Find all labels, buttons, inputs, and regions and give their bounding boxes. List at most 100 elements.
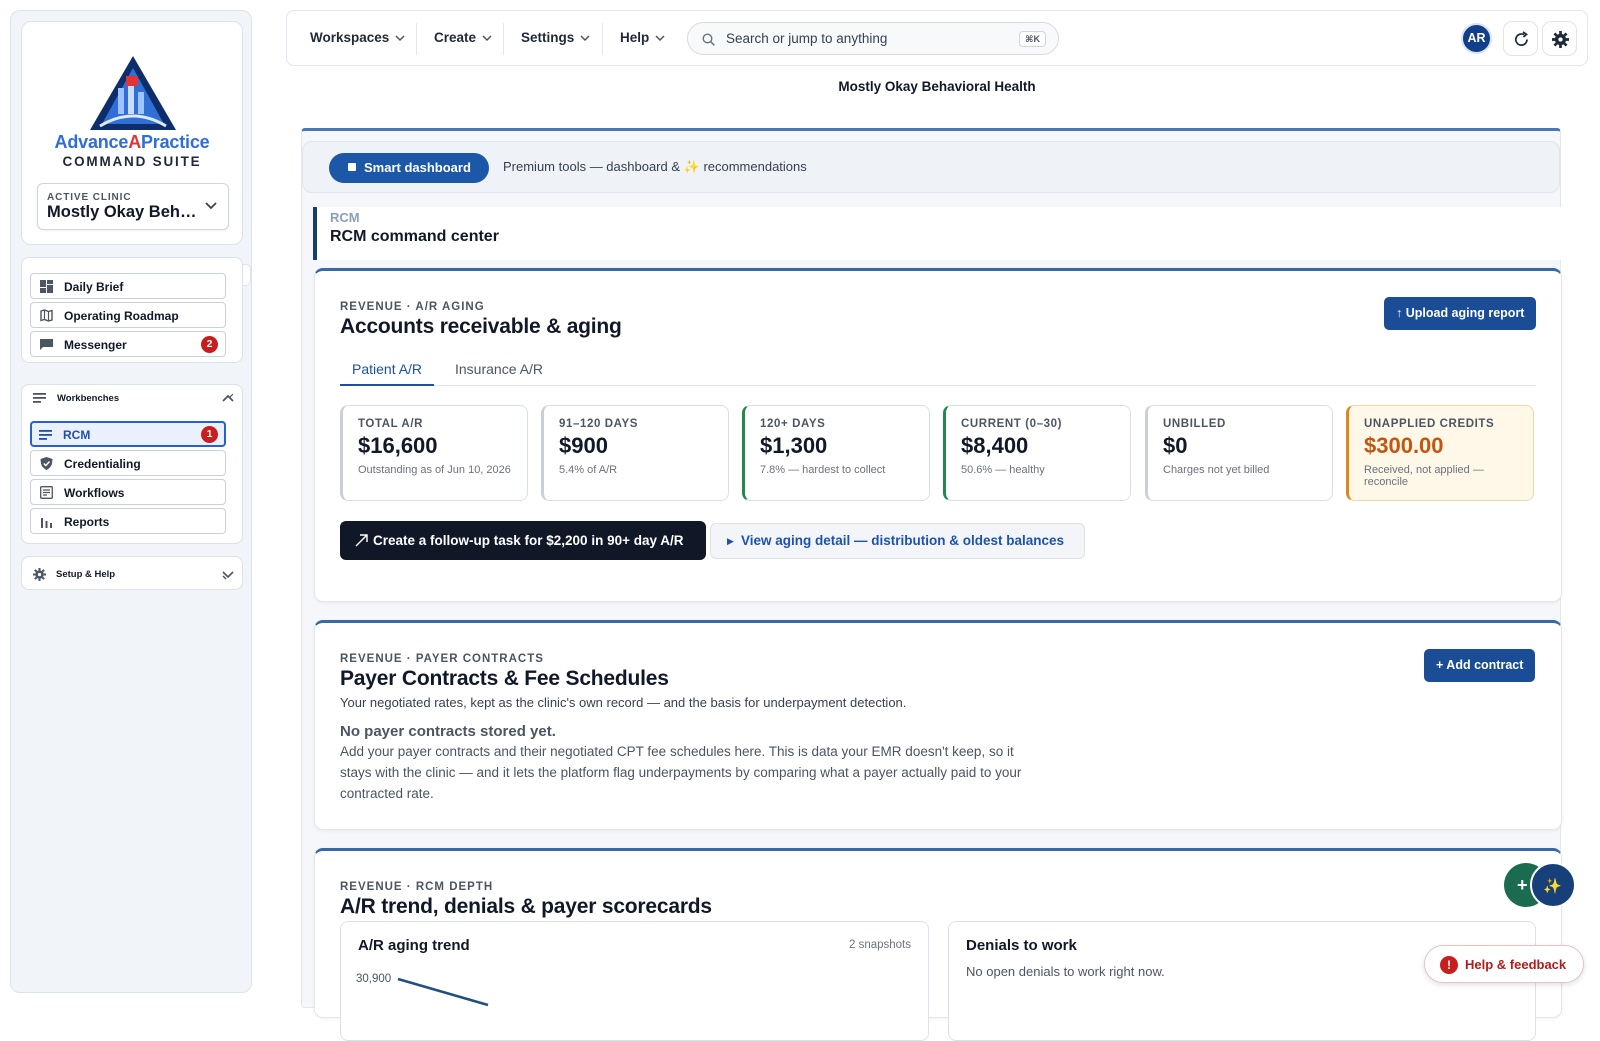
card-kicker: REVENUE · RCM DEPTH [340,881,494,893]
help-feedback-label: Help & feedback [1465,957,1567,972]
chevron-down-icon [395,35,405,42]
ar-tabs: Patient A/R Insurance A/R [340,361,1536,386]
help-feedback-button[interactable]: ! Help & feedback [1424,945,1584,983]
nav-item-reports[interactable]: Reports [30,508,226,534]
shield-check-icon [40,457,53,470]
kpi-label: UNAPPLIED CREDITS [1364,418,1495,430]
panel-title: A/R aging trend [358,937,470,954]
kpi-value: $8,400 [961,433,1029,458]
payer-contracts-card: REVENUE · PAYER CONTRACTS Payer Contract… [314,620,1562,830]
workbenches-toggle[interactable]: Workbenches [22,385,242,409]
bar-chart-icon [41,518,52,528]
workbenches-group: Workbenches RCM 1 Credentialing Workflow… [21,384,243,544]
chevron-down-icon [580,35,590,42]
y-axis-tick: 30,900 [356,973,392,985]
rcm-title: RCM command center [330,228,499,245]
chevron-down-icon [655,35,665,42]
setup-help-toggle[interactable]: Setup & Help [22,562,242,586]
search-placeholder: Search or jump to anything [726,31,888,46]
upload-aging-report-button[interactable]: ↑ Upload aging report [1384,297,1537,330]
setup-help-group: Setup & Help [21,556,243,590]
nav-item-credentialing[interactable]: Credentialing [30,450,226,476]
menu-workspaces[interactable]: Workspaces [310,30,405,45]
active-clinic-label: ACTIVE CLINIC [47,192,132,203]
nav-item-label: RCM [63,428,91,442]
kpi-card: UNAPPLIED CREDITS $300.00 Received, not … [1346,405,1534,501]
card-kicker: REVENUE · A/R AGING [340,301,485,313]
kpi-card: TOTAL A/R $16,600 Outstanding as of Jun … [340,405,528,501]
kpi-note: Received, not applied — reconcile [1364,464,1484,488]
kpi-card: UNBILLED $0 Charges not yet billed [1145,405,1333,501]
nav-item-label: Reports [64,515,110,529]
square-icon [348,163,356,171]
active-clinic-select[interactable]: ACTIVE CLINIC Mostly Okay Beh… [37,183,229,230]
kpi-label: UNBILLED [1163,418,1226,430]
nav-item-daily-brief[interactable]: Daily Brief [30,273,226,299]
kpi-label: 91–120 DAYS [559,418,639,430]
chat-icon [40,339,53,350]
gear-icon [33,568,46,581]
kpi-label: CURRENT (0–30) [961,418,1063,430]
rcm-kicker: RCM [330,210,360,225]
add-contract-button[interactable]: + Add contract [1424,649,1536,682]
nav-item-rcm[interactable]: RCM 1 [30,421,226,447]
refresh-button[interactable] [1503,21,1538,56]
kpi-note: Outstanding as of Jun 10, 2026 [358,464,511,476]
nav-item-workflows[interactable]: Workflows [30,479,226,505]
alert-badge: 1 [201,426,218,443]
kpi-note: Charges not yet billed [1163,464,1270,476]
card-kicker: REVENUE · PAYER CONTRACTS [340,653,544,665]
empty-state-body: Add your payer contracts and their negot… [340,744,1022,801]
page-title: Mostly Okay Behavioral Health [838,79,1036,94]
create-follow-up-task-button[interactable]: Create a follow-up task for $2,200 in 90… [340,521,706,560]
menu-create[interactable]: Create [434,30,492,45]
nav-item-label: Operating Roadmap [64,309,179,323]
search-input[interactable]: Search or jump to anything ⌘K [687,22,1059,55]
view-aging-detail-link[interactable]: ▶ View aging detail — distribution & old… [710,523,1085,559]
chevron-down-icon [482,35,492,42]
kpi-note: 7.8% — hardest to collect [760,464,886,476]
gear-icon [1552,31,1569,48]
arrow-up-right-icon [355,534,368,547]
tab-patient-ar[interactable]: Patient A/R [340,361,435,386]
brand-subtitle: COMMAND SUITE [62,154,202,169]
kpi-value: $16,600 [358,433,438,458]
card-title: Payer Contracts & Fee Schedules [340,667,669,690]
menu-settings[interactable]: Settings [521,30,590,45]
nav-item-label: Workflows [64,486,125,500]
kpi-value: $1,300 [760,433,828,458]
workflow-icon [40,486,53,499]
kpi-value: $0 [1163,433,1188,458]
search-icon [702,33,715,46]
menu-help[interactable]: Help [620,30,665,45]
kpi-note: 5.4% of A/R [559,464,618,476]
nav-item-label: Daily Brief [64,280,124,294]
settings-button[interactable] [1542,21,1577,56]
smart-dashboard-bar: Smart dashboard Premium tools — dashboar… [302,141,1560,193]
chevron-down-icon [205,202,217,210]
rcm-depth-card: REVENUE · RCM DEPTH A/R trend, denials &… [314,848,1562,1041]
user-avatar[interactable]: AR [1461,23,1492,54]
smart-dashboard-button[interactable]: Smart dashboard [329,153,489,183]
list-icon [39,430,52,440]
chevron-double-down-icon [222,571,234,580]
premium-tools-text: Premium tools — dashboard & ✨ recommenda… [503,159,807,174]
menu-divider [602,23,603,55]
kpi-card: 120+ DAYS $1,300 7.8% — hardest to colle… [742,405,930,501]
kpi-card: CURRENT (0–30) $8,400 50.6% — healthy [943,405,1131,501]
sparkle-icon: ✨ [683,159,700,174]
search-shortcut: ⌘K [1019,31,1046,47]
active-clinic-value: Mostly Okay Beh… [47,203,197,221]
card-subtitle: Your negotiated rates, kept as the clini… [340,695,907,710]
assistant-fab[interactable]: + ✨ [1503,862,1581,908]
kpi-label: TOTAL A/R [358,418,424,430]
nav-item-messenger[interactable]: Messenger 2 [30,331,226,357]
rcm-section-header: RCM RCM command center [313,207,1562,260]
setup-help-label: Setup & Help [56,569,116,580]
trend-line [397,977,489,1007]
nav-item-operating-roadmap[interactable]: Operating Roadmap [30,302,226,328]
brand-logo [90,56,176,130]
tab-insurance-ar[interactable]: Insurance A/R [455,361,543,386]
kpi-label: 120+ DAYS [760,418,826,430]
chevron-up-icon [222,393,234,402]
